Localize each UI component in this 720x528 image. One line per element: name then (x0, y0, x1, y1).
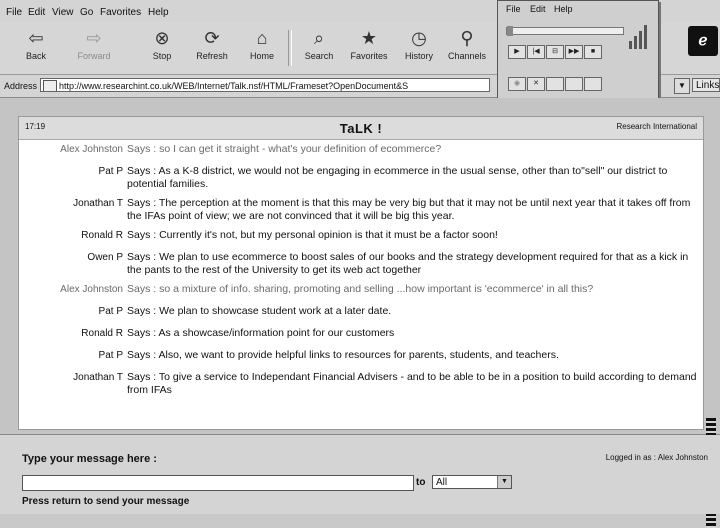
address-input[interactable]: http://www.researchint.co.uk/WEB/Interne… (40, 78, 490, 92)
to-label: to (416, 477, 426, 488)
message-text: Says : To give a service to Independant … (127, 371, 697, 396)
message-text: Says : so a mixture of info. sharing, pr… (127, 283, 594, 295)
recipient-value: All (436, 477, 448, 488)
message-row: Owen P Says : We plan to use ecommerce to… (19, 251, 703, 277)
player-close-button[interactable]: ✕ (527, 77, 545, 91)
talk-organisation: Research International (616, 122, 698, 131)
favorites-icon: ★ (360, 28, 378, 48)
menu-favorites[interactable]: Favorites (100, 7, 141, 18)
message-input[interactable] (22, 475, 414, 491)
message-row: Pat P Says : Also, we want to provide hel… (19, 349, 703, 365)
compose-prompt: Type your message here : (22, 453, 157, 465)
message-text: Says : As a K-8 district, we would not b… (127, 165, 668, 190)
back-arrow-icon: ⇦ (28, 28, 44, 48)
favorites-button[interactable]: ★ Favorites (347, 26, 391, 70)
refresh-icon: ⟳ (204, 28, 220, 48)
player-pause-button[interactable]: ⊟ (546, 45, 564, 59)
message-text: Says : Currently it's not, but my person… (127, 229, 498, 241)
toolbar-separator (288, 30, 292, 66)
talk-header: 17:19 TaLK ! Research International (19, 117, 703, 140)
home-icon: ⌂ (256, 28, 268, 48)
player-seek-bar[interactable] (506, 26, 624, 36)
media-player-window: File Edit Help ▶ |◀ ⊟ ▶▶ ■ ◉ ✕ (497, 0, 659, 102)
search-button[interactable]: ⌕ Search (297, 26, 341, 70)
stop-icon: ⊗ (154, 28, 170, 48)
message-row: Alex Johnston Says : so I can get it stra… (19, 143, 703, 159)
search-icon: ⌕ (313, 28, 325, 48)
player-controls-secondary: ◉ ✕ (508, 77, 603, 95)
menu-edit[interactable]: Edit (28, 7, 45, 18)
browser-logo-icon: ℯ (688, 26, 718, 56)
message-author: Owen P (87, 252, 123, 263)
message-row: Pat P Says : We plan to showcase student … (19, 305, 703, 321)
message-row: Jonathan T Says : To give a service to In… (19, 371, 703, 397)
message-author: Ronald R (81, 328, 123, 339)
player-record-button[interactable]: ◉ (508, 77, 526, 91)
player-play-button[interactable]: ▶ (508, 45, 526, 59)
talk-title: TaLK ! (339, 121, 383, 136)
message-list: Alex Johnston Says : so I can get it stra… (19, 143, 703, 403)
stop-button[interactable]: ⊗ Stop (140, 26, 184, 70)
message-row: Pat P Says : As a K-8 district, we would … (19, 165, 703, 191)
talk-frame: 17:19 TaLK ! Research International Alex… (18, 116, 704, 430)
page-content: 17:19 TaLK ! Research International Alex… (0, 98, 720, 528)
player-volume-icon[interactable] (629, 23, 651, 49)
message-text: Says : As a showcase/information point f… (127, 327, 395, 339)
message-author: Alex Johnston (60, 284, 123, 295)
message-author: Pat P (98, 306, 123, 317)
player-disabled-button[interactable] (565, 77, 583, 91)
message-author: Jonathan T (73, 372, 123, 383)
compose-panel: Type your message here : Logged in as : … (0, 435, 720, 514)
message-author: Ronald R (81, 230, 123, 241)
forward-arrow-icon: ⇨ (86, 28, 102, 48)
message-text: Says : Also, we want to provide helpful … (127, 349, 559, 361)
message-text: Says : so I can get it straight - what's… (127, 143, 442, 155)
message-text: Says : The perception at the moment is t… (127, 197, 691, 222)
message-row: Jonathan T Says : The perception at the m… (19, 197, 703, 223)
home-button[interactable]: ⌂ Home (240, 26, 284, 70)
player-menu-file[interactable]: File (506, 4, 521, 14)
player-next-button[interactable]: ▶▶ (565, 45, 583, 59)
channels-icon: ⚲ (460, 28, 474, 48)
address-label: Address (4, 81, 38, 91)
history-icon: ◷ (411, 28, 427, 48)
message-row: Alex Johnston Says : so a mixture of info… (19, 283, 703, 299)
chevron-down-icon[interactable]: ▼ (497, 476, 511, 488)
message-text: Says : We plan to showcase student work … (127, 305, 392, 317)
address-dropdown-button[interactable]: ▼ (674, 78, 690, 94)
message-author: Pat P (98, 166, 123, 177)
player-previous-button[interactable]: |◀ (527, 45, 545, 59)
message-row: Ronald R Says : Currently it's not, but m… (19, 229, 703, 245)
channels-button[interactable]: ⚲ Channels (445, 26, 489, 70)
logged-in-status: Logged in as : Alex Johnston (605, 453, 708, 462)
menu-go[interactable]: Go (80, 7, 93, 18)
menu-view[interactable]: View (52, 7, 74, 18)
message-author: Pat P (98, 350, 123, 361)
message-author: Alex Johnston (60, 144, 123, 155)
player-disabled-button[interactable] (546, 77, 564, 91)
send-hint: Press return to send your message (22, 496, 190, 507)
page-icon (43, 80, 57, 91)
player-seek-handle[interactable] (507, 26, 513, 36)
menu-file[interactable]: File (6, 7, 22, 18)
player-stop-button[interactable]: ■ (584, 45, 602, 59)
refresh-button[interactable]: ⟳ Refresh (190, 26, 234, 70)
message-author: Jonathan T (73, 198, 123, 209)
player-menu-help[interactable]: Help (554, 4, 573, 14)
message-text: Says : We plan to use ecommerce to boost… (127, 251, 689, 276)
message-row: Ronald R Says : As a showcase/information… (19, 327, 703, 343)
player-disabled-button[interactable] (584, 77, 602, 91)
address-url: http://www.researchint.co.uk/WEB/Interne… (59, 81, 409, 91)
player-controls: ▶ |◀ ⊟ ▶▶ ■ (508, 45, 603, 63)
player-menu-edit[interactable]: Edit (530, 4, 546, 14)
menu-help[interactable]: Help (148, 7, 169, 18)
back-button[interactable]: ⇦ Back (14, 26, 58, 70)
recipient-select[interactable]: All ▼ (432, 475, 512, 489)
links-button[interactable]: Links (692, 78, 720, 92)
forward-button[interactable]: ⇨ Forward (72, 26, 116, 70)
history-button[interactable]: ◷ History (397, 26, 441, 70)
